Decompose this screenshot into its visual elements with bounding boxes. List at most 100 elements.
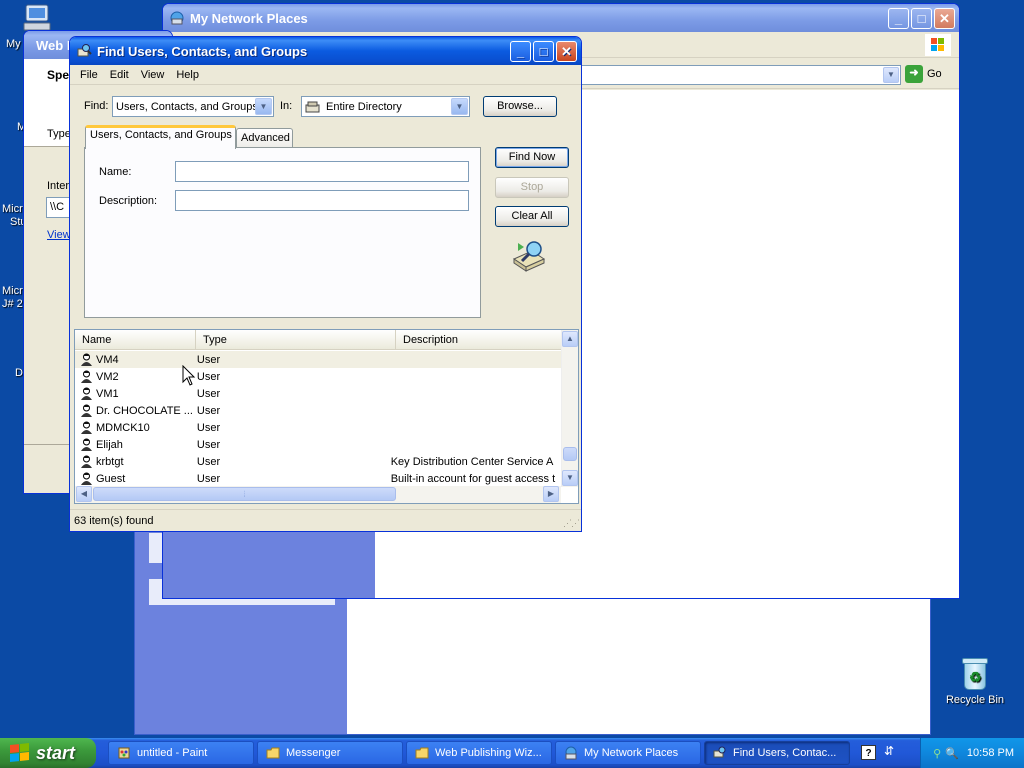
find-type-select[interactable]: Users, Contacts, and Groups ▼ <box>112 96 274 117</box>
recycle-bin-icon: ♻ <box>960 656 990 690</box>
horizontal-scroll-thumb[interactable]: ⦙ <box>93 487 396 501</box>
scroll-right-icon[interactable]: ▶ <box>543 486 559 502</box>
find-users-dialog[interactable]: Find Users, Contacts, and Groups _ □ ✕ F… <box>69 36 582 532</box>
row-name: VM4 <box>96 353 119 366</box>
wizard-view-link[interactable]: View <box>47 229 71 241</box>
network-places-titlebar[interactable]: My Network Places _ □ ✕ <box>163 4 959 32</box>
search-animation-icon <box>510 239 548 273</box>
row-type: User <box>196 455 221 468</box>
table-row[interactable]: Elijah User <box>75 436 562 453</box>
find-users-icon <box>77 44 92 57</box>
taskbar-item-label: Web Publishing Wiz... <box>435 747 542 759</box>
results-header: Name Type Description <box>75 330 562 350</box>
go-label: Go <box>927 68 942 80</box>
user-icon <box>81 421 92 434</box>
network-places-icon <box>170 11 184 25</box>
search-tray-icon[interactable]: 🔍 <box>945 747 959 760</box>
clock[interactable]: 10:58 PM <box>967 747 1014 759</box>
table-row[interactable]: VM1 User <box>75 385 562 402</box>
clear-all-button[interactable]: Clear All <box>495 206 569 227</box>
results-horizontal-scrollbar[interactable]: ◀ ⦙ ▶ <box>75 486 561 503</box>
menu-view[interactable]: View <box>135 67 171 83</box>
taskbar-item-label: My Network Places <box>584 747 679 759</box>
scroll-left-icon[interactable]: ◀ <box>76 486 92 502</box>
column-header-type[interactable]: Type <box>196 330 396 350</box>
desktop-label-d: D <box>15 367 23 379</box>
scroll-up-icon[interactable]: ▲ <box>562 331 578 347</box>
start-label: start <box>36 742 76 763</box>
row-name: Guest <box>96 472 126 485</box>
maximize-button[interactable]: □ <box>911 8 932 29</box>
address-dropdown-arrow-icon[interactable]: ▼ <box>883 67 899 83</box>
table-row[interactable]: Guest User Built-in account for guest ac… <box>75 470 562 487</box>
status-bar: 63 item(s) found ⋰⋰ <box>70 509 581 531</box>
description-input[interactable] <box>175 190 469 211</box>
row-name: krbtgt <box>96 455 124 468</box>
find-dialog-title: Find Users, Contacts, and Groups <box>97 43 308 59</box>
directory-icon <box>305 101 320 112</box>
find-dialog-titlebar[interactable]: Find Users, Contacts, and Groups _ □ ✕ <box>70 37 581 65</box>
find-type-value: Users, Contacts, and Groups <box>116 100 258 113</box>
wizard-heading: Spe <box>47 68 70 82</box>
menu-file[interactable]: File <box>74 67 104 83</box>
user-icon <box>81 472 92 485</box>
table-row[interactable]: VM2 User <box>75 368 562 385</box>
browse-button[interactable]: Browse... <box>483 96 557 117</box>
minimize-button[interactable]: _ <box>888 8 909 29</box>
table-row[interactable]: MDMCK10 User <box>75 419 562 436</box>
results-vertical-scrollbar[interactable]: ▲ ▼ <box>561 330 578 487</box>
vertical-scroll-thumb[interactable] <box>563 447 577 461</box>
network-tray-icon[interactable]: ⚲ <box>933 747 941 760</box>
tab-advanced[interactable]: Advanced <box>236 128 293 149</box>
table-row[interactable]: krbtgt User Key Distribution Center Serv… <box>75 453 562 470</box>
paint-icon <box>118 747 130 759</box>
folder-icon <box>415 747 429 759</box>
taskbar-item-find-users[interactable]: Find Users, Contac... <box>704 741 850 765</box>
taskbar-item-network-places[interactable]: My Network Places <box>555 741 701 765</box>
help-icon[interactable]: ? <box>861 745 876 760</box>
taskbar-item-paint[interactable]: untitled - Paint <box>108 741 254 765</box>
my-computer-icon[interactable] <box>22 3 54 33</box>
in-location-select[interactable]: Entire Directory ▼ <box>301 96 470 117</box>
user-icon <box>81 387 92 400</box>
stop-button[interactable]: Stop <box>495 177 569 198</box>
resize-grip-icon[interactable]: ⋰⋰ <box>563 518 580 529</box>
table-row[interactable]: Dr. CHOCOLATE ... User <box>75 402 562 419</box>
close-button[interactable]: ✕ <box>934 8 955 29</box>
taskbar-item-web-publishing[interactable]: Web Publishing Wiz... <box>406 741 552 765</box>
tab-users-contacts-groups[interactable]: Users, Contacts, and Groups <box>85 125 236 149</box>
address-input[interactable]: ▼ <box>563 65 901 85</box>
results-list[interactable]: Name Type Description VM4 User VM2 User … <box>74 329 579 504</box>
maximize-button[interactable]: □ <box>533 41 554 62</box>
chevron-down-icon: ▼ <box>451 98 468 115</box>
wizard-internet-label: Inter <box>47 180 70 192</box>
row-type: User <box>196 421 221 434</box>
user-icon <box>81 455 92 468</box>
mouse-cursor-icon <box>182 365 196 386</box>
find-now-button[interactable]: Find Now <box>495 147 569 168</box>
start-button[interactable]: start <box>0 738 96 768</box>
table-row[interactable]: VM4 User <box>75 351 562 368</box>
column-header-name[interactable]: Name <box>75 330 196 350</box>
row-name: Elijah <box>96 438 123 451</box>
minimize-button[interactable]: _ <box>510 41 531 62</box>
find-label: Find: <box>84 100 109 112</box>
name-input[interactable] <box>175 161 469 182</box>
background-window-panel-strip <box>149 533 163 563</box>
menu-help[interactable]: Help <box>170 67 205 83</box>
row-name: VM2 <box>96 370 119 383</box>
quick-launch-icon[interactable]: ⇵ <box>884 744 894 758</box>
go-button[interactable]: ➜ Go <box>905 65 942 83</box>
menu-edit[interactable]: Edit <box>104 67 135 83</box>
find-users-icon <box>713 746 726 758</box>
row-type: User <box>196 387 221 400</box>
close-button[interactable]: ✕ <box>556 41 577 62</box>
row-type: User <box>196 404 221 417</box>
user-icon <box>81 353 92 366</box>
recycle-bin[interactable]: ♻ Recycle Bin <box>940 656 1010 706</box>
scroll-down-icon[interactable]: ▼ <box>562 470 578 486</box>
taskbar-item-messenger[interactable]: Messenger <box>257 741 403 765</box>
column-header-description[interactable]: Description <box>396 330 562 350</box>
row-name: MDMCK10 <box>96 421 150 434</box>
row-type: User <box>196 353 221 366</box>
